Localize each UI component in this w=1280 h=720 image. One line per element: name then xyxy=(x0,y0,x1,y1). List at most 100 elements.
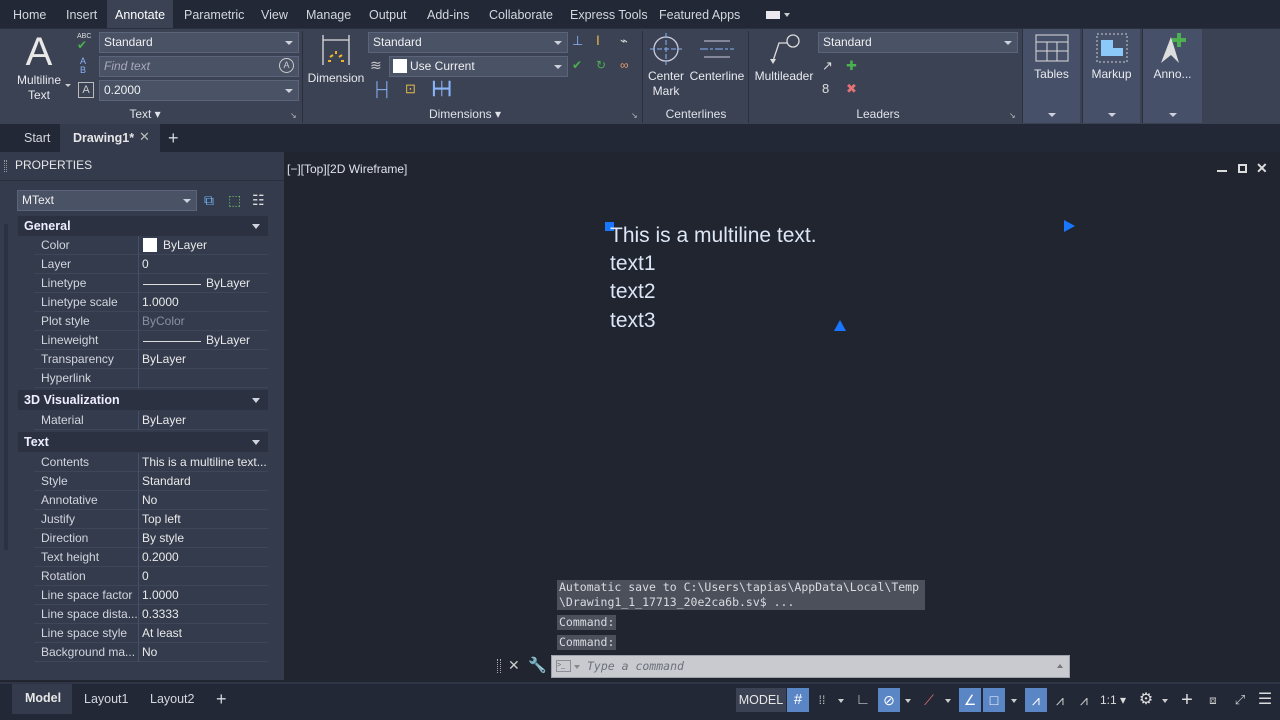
leaders-panel-launcher-icon[interactable]: ↘ xyxy=(1009,111,1016,120)
tab-drawing1[interactable]: Drawing1* ✕ xyxy=(60,124,160,152)
tab-insert[interactable]: Insert xyxy=(60,0,103,28)
viewport-controls-label[interactable]: [−][Top][2D Wireframe] xyxy=(287,162,407,176)
tab-output[interactable]: Output xyxy=(363,0,413,28)
height-grip-arrow-icon[interactable] xyxy=(834,320,846,331)
viewport-restore-icon[interactable] xyxy=(1238,164,1247,173)
command-input[interactable]: >_ Type a command xyxy=(551,655,1070,678)
spell-check-icon[interactable]: ABC ✔ xyxy=(77,33,97,53)
tables-button[interactable]: Tables xyxy=(1022,29,1080,123)
text-panel-launcher-icon[interactable]: ↘ xyxy=(290,111,297,120)
viewport-close-icon[interactable]: ✕ xyxy=(1256,160,1268,177)
prop-row-annotative[interactable]: Annotative No xyxy=(34,491,268,510)
drag-handle-icon[interactable] xyxy=(4,160,7,172)
prop-row-hyperlink[interactable]: Hyperlink xyxy=(34,369,268,388)
close-tab-icon[interactable]: ✕ xyxy=(139,129,150,145)
remove-leader-icon[interactable]: ✖ xyxy=(846,81,866,101)
tab-parametric[interactable]: Parametric xyxy=(178,0,250,28)
prop-row-line-space-style[interactable]: Line space style At least xyxy=(34,624,268,643)
tab-home[interactable]: Home xyxy=(7,0,52,28)
clean-screen-icon[interactable]: ⤢ xyxy=(1229,688,1251,712)
multiline-text-button[interactable]: A Multiline Text xyxy=(8,31,70,103)
section-3d-visualization[interactable]: 3D Visualization xyxy=(18,390,268,410)
command-close-icon[interactable]: ✕ xyxy=(508,657,520,674)
tab-manage[interactable]: Manage xyxy=(300,0,357,28)
align-leaders-icon[interactable]: ↗ xyxy=(822,58,842,78)
isodraft-dropdown-icon[interactable] xyxy=(945,699,951,703)
workspace-gear-icon[interactable]: ⚙ xyxy=(1135,688,1157,712)
tab-view[interactable]: View xyxy=(255,0,294,28)
layout-tab-layout1[interactable]: Layout1 xyxy=(84,684,128,714)
new-tab-button[interactable]: + xyxy=(168,124,179,152)
break-dim-icon[interactable]: ⊥ xyxy=(572,33,592,53)
object-snap-icon[interactable]: □ xyxy=(983,688,1005,712)
tab-featured-apps[interactable]: Featured Apps xyxy=(653,0,746,28)
palette-scrollbar[interactable] xyxy=(4,224,8,550)
select-objects-icon[interactable]: ⬚ xyxy=(228,192,248,212)
adjust-space-icon[interactable]: Ⅰ xyxy=(596,33,616,53)
prop-row-linetype-scale[interactable]: Linetype scale 1.0000 xyxy=(34,293,268,312)
multileader-button[interactable]: Multileader xyxy=(752,33,816,84)
mtext-line-2[interactable]: text1 xyxy=(610,252,656,276)
section-text[interactable]: Text xyxy=(18,432,268,452)
object-snap-tracking-icon[interactable]: ∠ xyxy=(959,688,981,712)
polar-tracking-icon[interactable]: ⊘ xyxy=(878,688,900,712)
auto-scale-icon[interactable]: ⩘ xyxy=(1049,688,1071,712)
prop-row-rotation[interactable]: Rotation 0 xyxy=(34,567,268,586)
recent-commands-chevron-icon[interactable] xyxy=(574,665,580,669)
prop-row-transparency[interactable]: Transparency ByLayer xyxy=(34,350,268,369)
find-search-icon[interactable]: A xyxy=(279,58,294,73)
add-leader-icon[interactable]: ✚ xyxy=(846,58,866,78)
prop-row-color[interactable]: Color ByLayer xyxy=(34,236,268,255)
tab-express-tools[interactable]: Express Tools xyxy=(564,0,654,28)
text-panel-label[interactable]: Text ▾ xyxy=(110,107,180,123)
leader-style-select[interactable]: Standard xyxy=(818,32,1018,53)
section-general[interactable]: General xyxy=(18,216,268,236)
prop-row-style[interactable]: Style Standard xyxy=(34,472,268,491)
text-align-icon[interactable]: AB xyxy=(80,57,100,77)
prop-row-material[interactable]: Material ByLayer xyxy=(34,411,268,430)
tab-add-ins[interactable]: Add-ins xyxy=(421,0,475,28)
dim-style-select[interactable]: Standard xyxy=(368,32,568,53)
tab-start[interactable]: Start xyxy=(24,124,50,152)
layout-tab-layout2[interactable]: Layout2 xyxy=(150,684,194,714)
tab-collaborate[interactable]: Collaborate xyxy=(483,0,559,28)
centerline-button[interactable]: Centerline xyxy=(688,33,746,84)
recent-commands-icon[interactable]: >_ xyxy=(556,660,571,672)
text-style-select[interactable]: Standard xyxy=(99,32,299,53)
ortho-icon[interactable]: ∟ xyxy=(852,688,874,712)
ribbon-options-chevron-icon[interactable] xyxy=(784,13,790,17)
tab-annotate[interactable]: Annotate xyxy=(107,0,174,28)
add-layout-button[interactable]: + xyxy=(216,684,227,714)
layout-tab-model[interactable]: Model xyxy=(12,684,72,714)
prop-row-background-mask[interactable]: Background ma... No xyxy=(34,643,268,662)
isolate-objects-icon[interactable]: ⧈ xyxy=(1202,688,1224,712)
osnap-dropdown-icon[interactable] xyxy=(1011,699,1017,703)
jog-line-icon[interactable]: ⌁ xyxy=(620,33,640,53)
dimension-button[interactable]: Dimension xyxy=(305,33,367,85)
grid-toggle-icon[interactable]: # xyxy=(787,688,809,712)
prop-row-contents[interactable]: Contents This is a multiline text... xyxy=(34,453,268,472)
dimensions-panel-label[interactable]: Dimensions ▾ xyxy=(420,107,510,123)
command-history-toggle-icon[interactable] xyxy=(1057,664,1063,668)
customize-wrench-icon[interactable]: 🔧 xyxy=(528,656,547,674)
mtext-line-3[interactable]: text2 xyxy=(610,280,656,304)
command-drag-handle-icon[interactable] xyxy=(497,659,501,673)
annotation-monitor-icon[interactable]: + xyxy=(1176,688,1198,712)
prop-row-line-space-factor[interactable]: Line space factor 1.0000 xyxy=(34,586,268,605)
workspace-dropdown-icon[interactable] xyxy=(1162,699,1168,703)
prop-row-text-height[interactable]: Text height 0.2000 xyxy=(34,548,268,567)
object-type-select[interactable]: MText xyxy=(17,190,197,211)
prop-row-layer[interactable]: Layer 0 xyxy=(34,255,268,274)
quick-dim-icon[interactable]: ⊡ xyxy=(405,81,425,101)
mtext-line-4[interactable]: text3 xyxy=(610,309,656,333)
text-height-select[interactable]: 0.2000 xyxy=(99,80,299,101)
snap-dropdown-icon[interactable] xyxy=(838,699,844,703)
dim-panel-launcher-icon[interactable]: ↘ xyxy=(631,111,638,120)
markup-button[interactable]: Markup xyxy=(1082,29,1140,123)
ribbon-minimize-icon[interactable] xyxy=(766,11,780,19)
dim-layer-select[interactable]: Use Current xyxy=(389,56,568,77)
quick-select-icon[interactable]: ☷ xyxy=(252,192,272,212)
isodraft-icon[interactable]: ⟋ xyxy=(918,688,940,712)
prop-row-justify[interactable]: Justify Top left xyxy=(34,510,268,529)
annotation-scale-select[interactable]: 1:1 ▾ xyxy=(1100,688,1126,712)
